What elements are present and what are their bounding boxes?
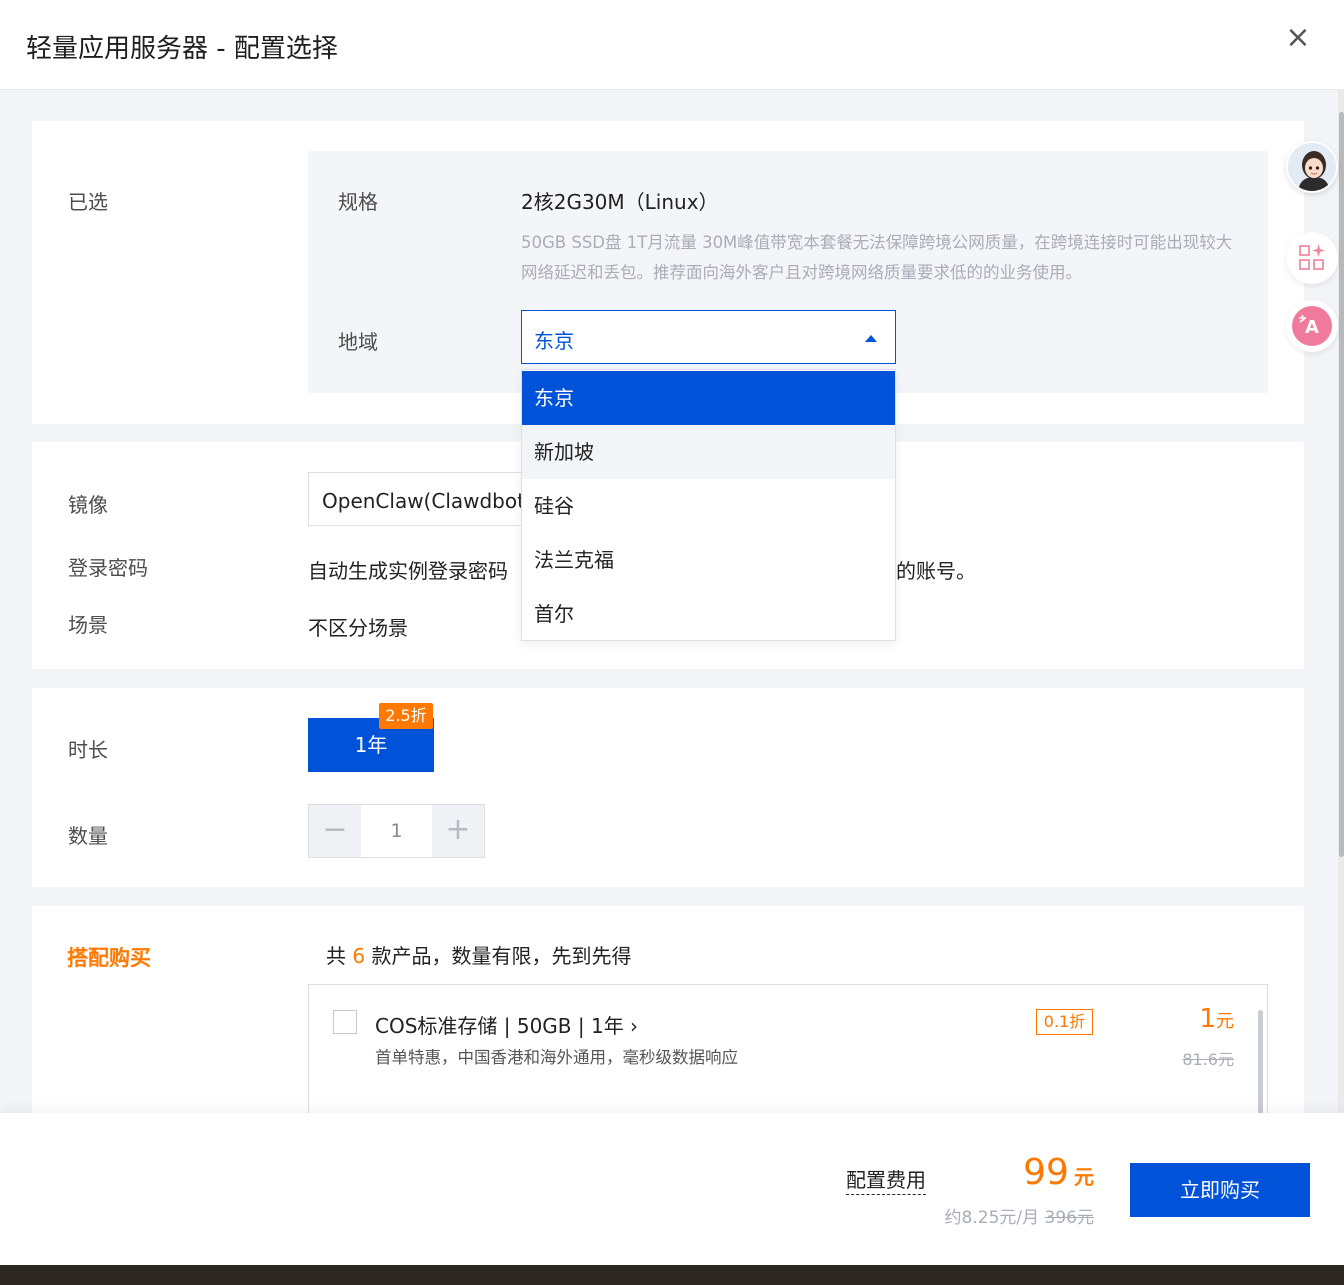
caret-up-icon xyxy=(865,335,877,342)
bundle-old-price: 81.6元 xyxy=(1182,1050,1234,1069)
bundle-price-value: 1 xyxy=(1199,1004,1216,1034)
total-price: 99 元 xyxy=(1023,1152,1094,1193)
password-text-tail: 的账号。 xyxy=(896,559,976,583)
image-label: 镜像 xyxy=(68,493,108,517)
bundle-scrollbar[interactable] xyxy=(1258,1010,1263,1114)
region-label: 地域 xyxy=(338,330,378,354)
bundle-price-unit: 元 xyxy=(1216,1011,1234,1032)
bundle-item-checkbox[interactable] xyxy=(333,1010,357,1034)
apps-icon[interactable] xyxy=(1286,232,1338,284)
total-price-unit: 元 xyxy=(1074,1165,1094,1189)
taskbar xyxy=(0,1265,1344,1285)
image-value: OpenClaw(Clawdbot) xyxy=(322,489,533,513)
translate-glyph: A xyxy=(1292,306,1332,346)
scene-label: 场景 xyxy=(68,613,108,637)
bundle-note-prefix: 共 xyxy=(326,944,346,968)
apps-glyph xyxy=(1299,244,1325,270)
scene-value: 不区分场景 xyxy=(308,616,408,640)
region-dropdown: 东京 新加坡 硅谷 法兰克福 首尔 xyxy=(521,369,896,641)
quantity-label: 数量 xyxy=(68,824,108,848)
region-option-silicon-valley[interactable]: 硅谷 xyxy=(522,479,895,533)
avatar-illustration xyxy=(1288,143,1336,191)
svg-text:A: A xyxy=(1305,317,1319,338)
duration-card xyxy=(32,688,1304,887)
total-price-value: 99 xyxy=(1023,1152,1069,1193)
per-month-value: 约8.25元/月 xyxy=(944,1208,1040,1228)
quantity-stepper: − 1 + xyxy=(308,804,485,858)
minus-button[interactable]: − xyxy=(309,805,361,857)
bundle-item-name[interactable]: COS标准存储 | 50GB | 1年 › xyxy=(375,1010,638,1039)
bundle-item-desc: 首单特惠，中国香港和海外通用，毫秒级数据响应 xyxy=(375,1048,738,1067)
quantity-input[interactable]: 1 xyxy=(361,805,432,857)
duration-label: 时长 xyxy=(68,738,108,762)
bundle-label: 搭配购买 xyxy=(67,946,151,970)
password-label: 登录密码 xyxy=(68,556,148,580)
scrollbar-thumb[interactable] xyxy=(1339,112,1344,857)
translate-icon[interactable]: A xyxy=(1286,300,1338,352)
selected-label: 已选 xyxy=(68,190,108,214)
dialog-header: 轻量应用服务器 - 配置选择 × xyxy=(0,0,1344,90)
old-total: 396元 xyxy=(1044,1208,1094,1228)
bundle-note: 共 6 款产品，数量有限，先到先得 xyxy=(326,940,631,969)
region-select-value: 东京 xyxy=(534,329,574,353)
image-selector[interactable]: OpenClaw(Clawdbot) xyxy=(308,472,548,526)
bundle-count: 6 xyxy=(352,944,366,968)
plus-button[interactable]: + xyxy=(432,805,484,857)
region-option-singapore[interactable]: 新加坡 xyxy=(522,425,895,479)
buy-now-button[interactable]: 立即购买 xyxy=(1130,1163,1310,1217)
region-option-frankfurt[interactable]: 法兰克福 xyxy=(522,533,895,587)
bundle-discount-tag: 0.1折 xyxy=(1036,1009,1093,1035)
spec-description: 50GB SSD盘 1T月流量 30M峰值带宽本套餐无法保障跨境公网质量，在跨境… xyxy=(521,233,1233,282)
close-icon[interactable]: × xyxy=(1282,22,1314,54)
fee-label[interactable]: 配置费用 xyxy=(846,1164,926,1195)
dialog-title: 轻量应用服务器 - 配置选择 xyxy=(26,34,338,64)
spec-label: 规格 xyxy=(338,190,378,214)
bundle-note-suffix: 款产品，数量有限，先到先得 xyxy=(371,944,632,968)
password-text: 自动生成实例登录密码 xyxy=(308,559,508,583)
bundle-price: 1元 xyxy=(1199,1004,1234,1034)
spec-value: 2核2G30M（Linux） xyxy=(521,190,719,214)
region-select[interactable]: 东京 xyxy=(521,310,896,364)
assistant-avatar-icon[interactable] xyxy=(1286,141,1338,193)
region-option-tokyo[interactable]: 东京 xyxy=(522,371,895,425)
region-option-seoul[interactable]: 首尔 xyxy=(522,587,895,641)
discount-badge: 2.5折 xyxy=(379,703,433,729)
per-month-price: 约8.25元/月 396元 xyxy=(945,1203,1094,1228)
